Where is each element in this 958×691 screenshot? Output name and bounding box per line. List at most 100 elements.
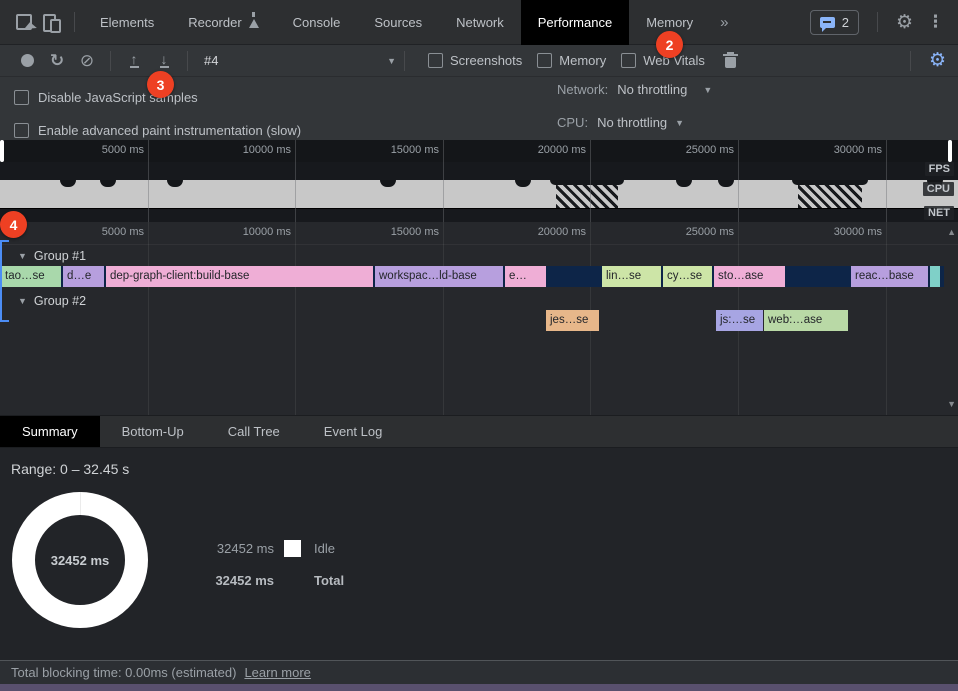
tab-network[interactable]: Network bbox=[439, 0, 521, 45]
time-breakdown-donut: 32452 ms bbox=[12, 492, 148, 628]
kebab-menu-icon[interactable]: ⋮ bbox=[923, 12, 948, 32]
learn-more-link[interactable]: Learn more bbox=[244, 665, 310, 680]
inspect-element-icon[interactable] bbox=[10, 8, 38, 36]
dropdown-caret-icon: ▼ bbox=[387, 56, 396, 66]
summary-pane: Range: 0 – 32.45 s 32452 ms 32452 ms Idl… bbox=[0, 448, 958, 660]
flame-bar[interactable]: workspac…ld-base bbox=[375, 266, 503, 287]
issues-counter-button[interactable]: 2 bbox=[810, 10, 859, 35]
flame-group-1-header[interactable]: ▼ Group #1 bbox=[18, 247, 86, 265]
record-button[interactable] bbox=[12, 48, 42, 74]
flame-bar[interactable]: web:…ase bbox=[764, 310, 848, 331]
flame-bar[interactable]: jes…se bbox=[546, 310, 599, 331]
tab-recorder[interactable]: Recorder bbox=[171, 0, 275, 45]
flame-bar[interactable]: dep-graph-client:build-base bbox=[106, 266, 373, 287]
tab-elements[interactable]: Elements bbox=[83, 0, 171, 45]
flame-bar[interactable]: e… bbox=[505, 266, 546, 287]
overview-ruler: 5000 ms10000 ms15000 ms20000 ms25000 ms3… bbox=[0, 140, 958, 163]
gridline bbox=[886, 140, 887, 222]
separator bbox=[910, 51, 911, 71]
reload-and-record-button[interactable]: ↻ bbox=[42, 48, 72, 74]
disable-js-checkbox[interactable] bbox=[14, 90, 29, 105]
dropdown-caret-icon: ▼ bbox=[703, 85, 712, 95]
flame-bar[interactable]: tao…se bbox=[1, 266, 61, 287]
more-tabs-button[interactable]: » bbox=[710, 14, 738, 31]
desktop-strip bbox=[0, 684, 958, 691]
load-profile-button[interactable]: ↑ bbox=[119, 48, 149, 74]
separator bbox=[187, 51, 188, 71]
flame-bar[interactable] bbox=[930, 266, 940, 287]
legend-value: 32452 ms bbox=[200, 541, 274, 556]
collapse-triangle-icon: ▼ bbox=[18, 296, 27, 306]
range-label: Range: 0 – 32.45 s bbox=[11, 461, 129, 477]
flame-tick-label: 30000 ms bbox=[722, 226, 882, 238]
timeline-overview[interactable]: 5000 ms10000 ms15000 ms20000 ms25000 ms3… bbox=[0, 140, 958, 222]
web-vitals-checkbox[interactable] bbox=[621, 53, 636, 68]
gridline bbox=[738, 140, 739, 222]
paint-instrumentation-checkbox[interactable] bbox=[14, 123, 29, 138]
issues-count: 2 bbox=[842, 15, 849, 30]
capture-settings-gear-icon[interactable]: ⚙ bbox=[929, 51, 946, 70]
flame-bar[interactable]: sto…ase bbox=[714, 266, 785, 287]
profile-history-select[interactable]: #4 ▼ bbox=[204, 53, 396, 68]
flame-track: tao…sed…edep-graph-client:build-basework… bbox=[0, 266, 944, 287]
separator bbox=[74, 12, 75, 32]
device-toolbar-icon[interactable] bbox=[38, 8, 66, 36]
cpu-activity-notch bbox=[515, 180, 531, 187]
flame-group-2-header[interactable]: ▼ Group #2 bbox=[18, 292, 86, 310]
gridline bbox=[295, 140, 296, 222]
screenshots-checkbox[interactable] bbox=[428, 53, 443, 68]
scroll-up-arrow[interactable]: ▲ bbox=[947, 227, 956, 237]
overview-tick-label: 30000 ms bbox=[722, 144, 882, 156]
cpu-throttling-select[interactable]: CPU: No throttling ▼ bbox=[557, 115, 684, 130]
clear-recording-button[interactable]: ⊘ bbox=[72, 48, 102, 74]
cpu-activity-notch bbox=[167, 180, 183, 187]
paint-instrumentation-row[interactable]: Enable advanced paint instrumentation (s… bbox=[14, 123, 301, 138]
flame-tick-label: 20000 ms bbox=[426, 226, 586, 238]
overview-tick-label: 5000 ms bbox=[0, 144, 144, 156]
flame-bar[interactable]: reac…base bbox=[851, 266, 928, 287]
network-throttling-select[interactable]: Network: No throttling ▼ bbox=[557, 82, 712, 97]
range-handle-left[interactable] bbox=[0, 140, 4, 162]
delete-recording-trash-icon[interactable] bbox=[725, 57, 736, 68]
separator bbox=[877, 12, 878, 32]
idle-color-swatch bbox=[284, 540, 301, 557]
cpu-activity-notch bbox=[380, 180, 396, 187]
tab-performance[interactable]: Performance bbox=[521, 0, 629, 45]
fps-overview-row bbox=[0, 162, 958, 181]
legend-total-value: 32452 ms bbox=[200, 573, 274, 588]
save-profile-button[interactable]: ↓ bbox=[149, 48, 179, 74]
tab-console[interactable]: Console bbox=[276, 0, 358, 45]
gridline bbox=[590, 140, 591, 222]
flame-tick-label: 15000 ms bbox=[279, 226, 439, 238]
annotation-badge-3: 3 bbox=[147, 71, 174, 98]
dropdown-caret-icon: ▼ bbox=[675, 118, 684, 128]
collapse-triangle-icon: ▼ bbox=[18, 251, 27, 261]
cpu-hatched-region bbox=[798, 180, 862, 208]
tab-event-log[interactable]: Event Log bbox=[302, 416, 405, 447]
cpu-track-label: CPU bbox=[923, 182, 954, 196]
memory-checkbox-row[interactable]: Memory bbox=[537, 53, 606, 68]
tab-summary[interactable]: Summary bbox=[0, 416, 100, 447]
legend-total-label: Total bbox=[310, 573, 344, 588]
scroll-down-arrow[interactable]: ▼ bbox=[947, 399, 956, 409]
cpu-activity-notch bbox=[676, 180, 692, 187]
flame-bar[interactable]: js:…se bbox=[716, 310, 763, 331]
separator bbox=[404, 51, 405, 71]
flame-ruler: 5000 ms10000 ms15000 ms20000 ms25000 ms3… bbox=[0, 222, 958, 245]
capture-settings-pane: Disable JavaScript samples Enable advanc… bbox=[0, 77, 958, 140]
range-handle-right[interactable] bbox=[948, 140, 952, 162]
tab-sources[interactable]: Sources bbox=[357, 0, 439, 45]
tab-call-tree[interactable]: Call Tree bbox=[206, 416, 302, 447]
annotation-badge-4: 4 bbox=[0, 211, 27, 238]
flame-chart[interactable]: 5000 ms10000 ms15000 ms20000 ms25000 ms3… bbox=[0, 222, 958, 415]
cpu-overview-band[interactable] bbox=[0, 180, 958, 208]
flame-bar[interactable]: d…e bbox=[63, 266, 104, 287]
screenshots-checkbox-row[interactable]: Screenshots bbox=[428, 53, 522, 68]
memory-checkbox[interactable] bbox=[537, 53, 552, 68]
devtools-tabbar: Elements Recorder Console Sources Networ… bbox=[0, 0, 958, 45]
total-blocking-time-text: Total blocking time: 0.00ms (estimated) bbox=[11, 665, 236, 680]
flame-bar[interactable]: lin…se bbox=[602, 266, 661, 287]
flame-bar[interactable]: cy…se bbox=[663, 266, 712, 287]
tab-bottom-up[interactable]: Bottom-Up bbox=[100, 416, 206, 447]
settings-gear-icon[interactable]: ⚙ bbox=[896, 13, 913, 32]
